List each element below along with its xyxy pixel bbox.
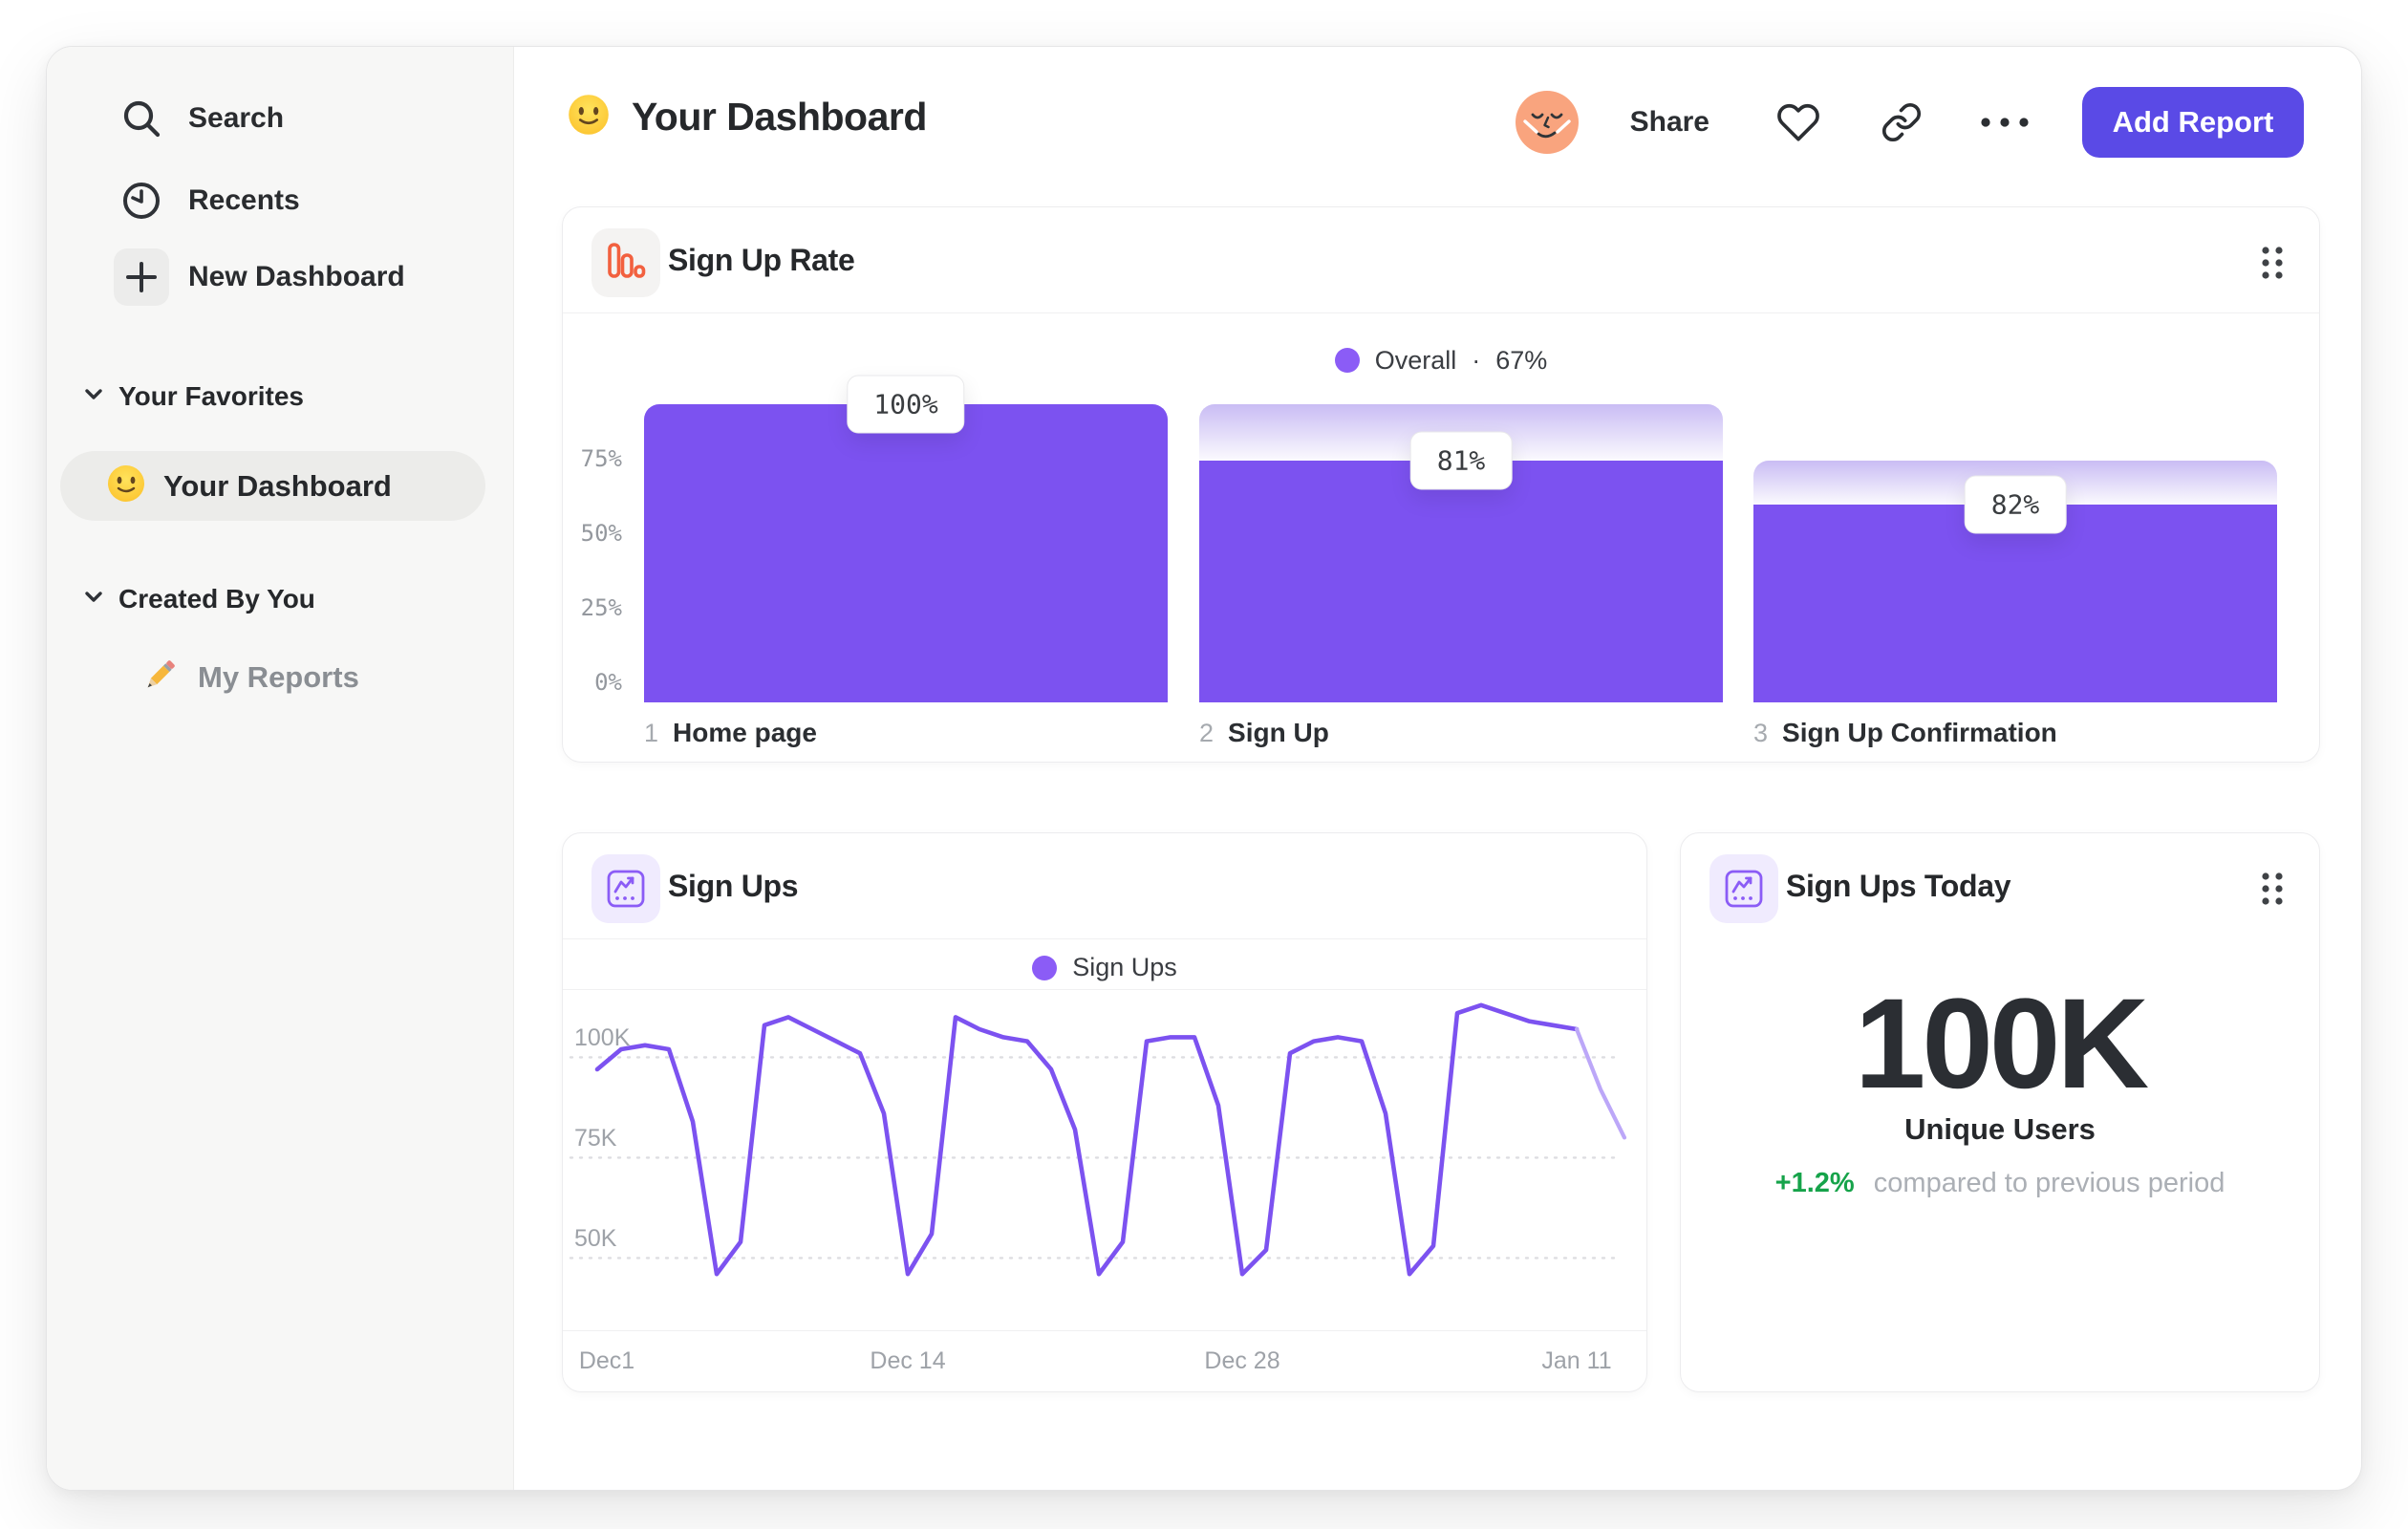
stat-change-note: compared to previous period [1873, 1168, 2225, 1198]
sidebar-item-your-dashboard[interactable]: Your Dashboard [60, 451, 485, 521]
more-options-icon[interactable] [1971, 89, 2038, 156]
smiley-emoji [567, 93, 611, 141]
app-window: Search Recents New Dashboard Your Favori… [46, 46, 2362, 1491]
funnel-bar[interactable] [1753, 504, 2277, 702]
line-legend[interactable]: Sign Ups [563, 946, 1646, 989]
funnel-step-name: Sign Up [1228, 718, 1329, 747]
page-title-row: Your Dashboard [567, 93, 927, 141]
legend-dot-icon [1334, 348, 1360, 373]
line-y-tick: 75K [574, 1125, 617, 1152]
line-chart-svg [569, 1002, 1627, 1277]
chevron-down-icon [82, 387, 105, 407]
stat-change: +1.2% [1774, 1168, 1855, 1198]
pencil-emoji [139, 655, 181, 701]
divider [563, 1330, 1646, 1331]
line-y-tick: 100K [574, 1024, 631, 1052]
funnel-value-tooltip: 82% [1964, 475, 2067, 534]
funnel-step-number: 1 [644, 719, 659, 747]
search-icon [114, 91, 169, 146]
add-report-button[interactable]: Add Report [2082, 87, 2304, 158]
sidebar-section-created-by-you[interactable]: Created By You [82, 584, 315, 614]
signup-rate-card-header: Sign Up Rate [563, 207, 2319, 312]
sidebar-item-label: Your Dashboard [163, 468, 392, 503]
card-title: Sign Ups [668, 868, 799, 903]
funnel-bar[interactable] [644, 404, 1168, 702]
screen: Search Recents New Dashboard Your Favori… [0, 0, 2408, 1529]
legend-dot-icon [1032, 955, 1058, 980]
line-chart-icon [1709, 854, 1778, 923]
funnel-step-label: 1 Home page [644, 718, 817, 748]
funnel-step-name: Home page [673, 718, 817, 747]
funnel-legend[interactable]: Overall · 67% [563, 336, 2319, 384]
drag-handle-icon[interactable] [2260, 244, 2285, 287]
line-chart-icon [591, 854, 660, 923]
signups-today-card: Sign Ups Today 100K Unique Users +1.2% c… [1680, 832, 2320, 1392]
sidebar-section-label: Created By You [118, 584, 315, 614]
line-y-tick: 50K [574, 1225, 617, 1253]
funnel-step-label: 2 Sign Up [1199, 718, 1329, 748]
legend-series: Overall [1374, 345, 1457, 375]
sidebar-item-recents[interactable]: Recents [47, 166, 514, 235]
sidebar-item-label: Search [188, 102, 285, 134]
funnel-step-number: 2 [1199, 719, 1215, 747]
line-x-tick: Jan 11 [1541, 1347, 1612, 1374]
funnel-value-tooltip: 100% [847, 375, 965, 434]
funnel-value-tooltip: 81% [1409, 431, 1513, 490]
bar-chart-icon [591, 228, 660, 297]
page-title: Your Dashboard [632, 95, 927, 139]
funnel-y-tick: 50% [580, 520, 622, 547]
legend-value: 67% [1495, 345, 1548, 375]
line-chart [563, 989, 1648, 1330]
legend-separator: · [1472, 345, 1481, 375]
signups-card: Sign Ups Sign Ups Dec1 Dec 14 Dec 28 Jan 11… [562, 832, 1647, 1392]
line-x-tick: Dec 14 [870, 1347, 946, 1374]
card-title: Sign Up Rate [668, 242, 855, 277]
chevron-down-icon [82, 590, 105, 610]
line-series[interactable] [594, 1002, 1580, 1277]
share-button[interactable]: Share [1630, 106, 1709, 139]
funnel-bar[interactable] [1199, 461, 1723, 702]
sidebar-item-label: Recents [188, 184, 300, 216]
line-x-tick: Dec 28 [1204, 1347, 1280, 1374]
sidebar-item-search[interactable]: Search [47, 84, 514, 153]
funnel-step-label: 3 Sign Up Confirmation [1753, 718, 2057, 748]
funnel-y-tick: 0% [594, 669, 622, 696]
divider [563, 312, 2319, 313]
sidebar-item-my-reports[interactable]: My Reports [47, 647, 514, 708]
funnel-y-tick: 25% [580, 594, 622, 621]
funnel-step-number: 3 [1753, 719, 1769, 747]
drag-handle-icon[interactable] [2260, 870, 2285, 913]
signups-today-card-header: Sign Ups Today [1681, 833, 2319, 938]
stat-label: Unique Users [1904, 1112, 2096, 1146]
stat-change-row: +1.2% compared to previous period [1681, 1168, 2319, 1199]
funnel-y-tick: 75% [580, 445, 622, 472]
avatar[interactable] [1514, 89, 1580, 156]
line-x-tick: Dec1 [578, 1347, 635, 1374]
funnel-step-name: Sign Up Confirmation [1782, 718, 2057, 747]
sidebar-section-label: Your Favorites [118, 381, 304, 411]
sidebar: Search Recents New Dashboard Your Favori… [47, 47, 514, 1490]
legend-series: Sign Ups [1072, 953, 1177, 981]
stat-value: 100K [1854, 973, 2149, 1115]
smiley-emoji [106, 463, 146, 508]
sidebar-section-your-favorites[interactable]: Your Favorites [82, 381, 304, 412]
sidebar-item-new-dashboard[interactable]: New Dashboard [47, 243, 514, 312]
header-actions: Share Add Report [1514, 87, 2304, 158]
signup-rate-card: Sign Up Rate Overall · 67% 75% 50% 25% 0% 10… [562, 206, 2320, 763]
sidebar-item-label: My Reports [198, 660, 359, 694]
sidebar-item-label: New Dashboard [188, 261, 405, 292]
clock-icon [114, 173, 169, 228]
favorite-heart-icon[interactable] [1765, 89, 1832, 156]
card-title: Sign Ups Today [1786, 868, 2011, 903]
divider [563, 938, 1646, 939]
plus-icon [114, 248, 169, 306]
line-series-partial [1574, 1026, 1627, 1140]
signups-card-header: Sign Ups [563, 833, 1646, 938]
copy-link-icon[interactable] [1868, 89, 1935, 156]
